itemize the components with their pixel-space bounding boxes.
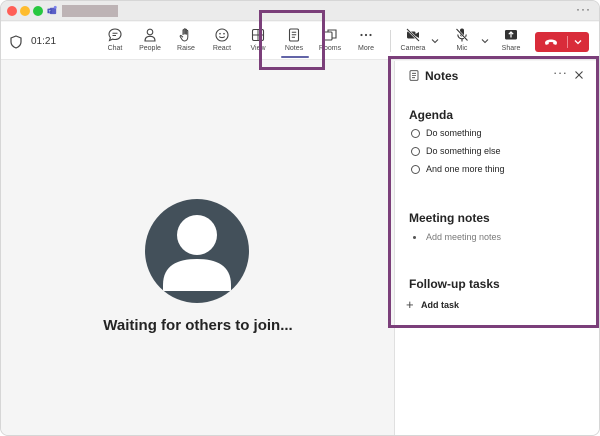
notes-button-highlight bbox=[259, 10, 325, 70]
participant-avatar bbox=[145, 199, 249, 303]
smiley-icon bbox=[215, 28, 229, 42]
camera-off-icon bbox=[406, 28, 420, 42]
more-button[interactable]: More bbox=[348, 27, 384, 57]
redacted-window-title bbox=[62, 5, 118, 17]
teams-meeting-window: T ··· 01:21 Chat People Raise React View… bbox=[0, 0, 600, 436]
hang-up-icon bbox=[545, 39, 557, 45]
people-icon bbox=[144, 28, 156, 42]
react-button[interactable]: React bbox=[204, 27, 240, 57]
camera-button[interactable]: Camera bbox=[395, 27, 431, 57]
person-silhouette-icon bbox=[163, 215, 231, 291]
share-button[interactable]: Share bbox=[493, 27, 529, 57]
react-label: React bbox=[212, 45, 232, 52]
mic-label: Mic bbox=[456, 45, 468, 52]
chat-icon bbox=[108, 28, 122, 42]
titlebar-more-icon[interactable]: ··· bbox=[576, 2, 591, 16]
raise-label: Raise bbox=[177, 45, 195, 52]
meeting-stage: Waiting for others to join... bbox=[1, 61, 395, 435]
more-icon bbox=[360, 33, 372, 37]
waiting-message: Waiting for others to join... bbox=[103, 317, 293, 334]
more-label: More bbox=[358, 45, 374, 52]
camera-label: Camera bbox=[400, 45, 426, 52]
shield-icon bbox=[10, 35, 22, 49]
share-label: Share bbox=[501, 45, 521, 52]
people-button[interactable]: People bbox=[132, 27, 168, 57]
raise-hand-button[interactable]: Raise bbox=[168, 27, 204, 57]
meeting-timer: 01:21 bbox=[31, 36, 57, 47]
camera-options-chevron-icon[interactable] bbox=[430, 36, 440, 46]
chat-label: Chat bbox=[107, 45, 123, 52]
leave-button[interactable] bbox=[535, 32, 589, 52]
leave-options-chevron-icon[interactable] bbox=[573, 37, 583, 47]
mic-options-chevron-icon[interactable] bbox=[480, 36, 490, 46]
people-label: People bbox=[139, 45, 161, 52]
close-window-button[interactable] bbox=[7, 6, 17, 16]
maximize-window-button[interactable] bbox=[33, 6, 43, 16]
chat-button[interactable]: Chat bbox=[97, 27, 133, 57]
mic-button[interactable]: Mic bbox=[444, 27, 480, 57]
teams-logo-icon: T bbox=[47, 5, 57, 15]
toolbar-separator bbox=[390, 30, 391, 52]
mic-off-icon bbox=[455, 28, 469, 42]
share-icon bbox=[505, 30, 517, 40]
raise-hand-icon bbox=[179, 28, 189, 42]
leave-divider bbox=[567, 36, 568, 48]
minimize-window-button[interactable] bbox=[20, 6, 30, 16]
notes-panel-highlight bbox=[388, 56, 599, 328]
